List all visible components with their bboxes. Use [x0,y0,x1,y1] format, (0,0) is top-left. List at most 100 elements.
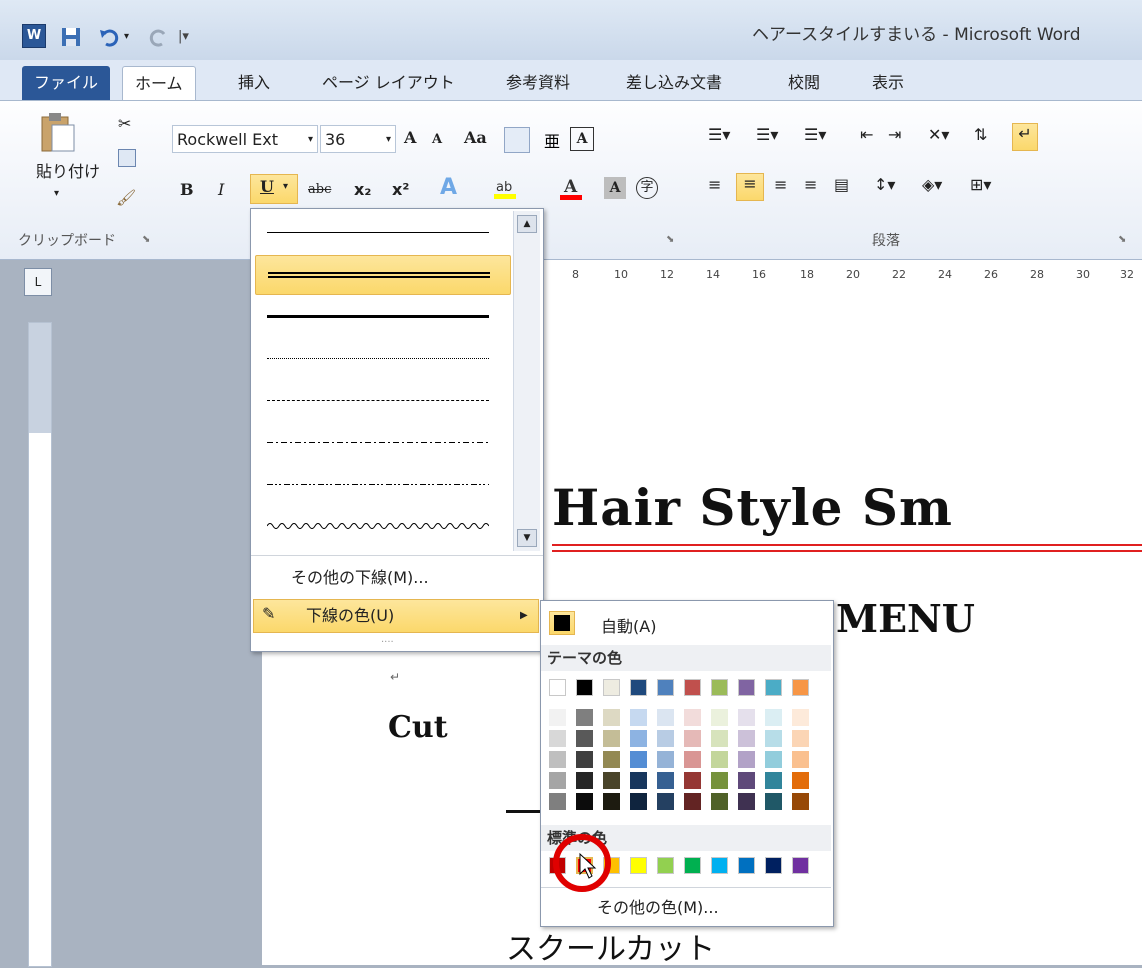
cut-icon[interactable]: ✂ [118,111,131,137]
more-colors-item[interactable]: その他の色(M)... [597,891,719,925]
theme-shade-swatch[interactable] [630,751,647,768]
theme-shade-swatch[interactable] [738,709,755,726]
theme-shade-swatch[interactable] [603,730,620,747]
standard-color-swatch[interactable] [630,857,647,874]
standard-color-swatch[interactable] [684,857,701,874]
theme-shade-swatch[interactable] [738,772,755,789]
character-border-icon[interactable]: A [570,127,594,151]
standard-color-swatch[interactable] [738,857,755,874]
format-painter-icon[interactable]: 🖌 [116,185,136,211]
theme-shade-swatch[interactable] [630,709,647,726]
text-effects-icon[interactable]: A [440,175,457,201]
theme-shade-swatch[interactable] [738,751,755,768]
theme-shade-swatch[interactable] [684,751,701,768]
theme-shade-swatch[interactable] [549,751,566,768]
underline-option-double[interactable] [255,255,511,295]
bold-button[interactable]: B [180,177,194,203]
clipboard-launcher-icon[interactable]: ⬊ [142,234,150,245]
underline-dropdown-icon[interactable]: ▾ [283,181,288,192]
scroll-up-icon[interactable]: ▲ [517,215,537,233]
theme-shade-swatch[interactable] [576,709,593,726]
decrease-indent-icon[interactable]: ⇤ [860,125,873,144]
tab-review[interactable]: 校閲 [776,66,832,100]
strikethrough-button[interactable]: abc [308,177,331,203]
save-icon[interactable] [60,26,82,48]
automatic-color-item[interactable]: 自動(A) [545,605,829,641]
font-launcher-icon[interactable]: ⬊ [666,234,674,245]
paste-icon[interactable] [40,111,76,153]
theme-shade-swatch[interactable] [630,730,647,747]
theme-color-swatch[interactable] [738,679,755,696]
theme-shade-swatch[interactable] [792,793,809,810]
underline-menu-scrollbar[interactable]: ▲ ▼ [513,211,540,551]
undo-icon[interactable] [98,26,120,48]
underline-option-thick[interactable] [255,297,511,337]
theme-shade-swatch[interactable] [792,709,809,726]
tab-insert[interactable]: 挿入 [226,66,282,100]
theme-shade-swatch[interactable] [657,772,674,789]
copy-icon[interactable] [118,149,136,167]
phonetic-guide-icon[interactable]: 亜 [538,127,562,151]
change-case-button[interactable]: Aa [464,125,487,151]
character-shading-icon[interactable]: A [604,177,626,199]
theme-color-swatch[interactable] [603,679,620,696]
more-underlines-item[interactable]: その他の下線(M)... [291,561,429,595]
theme-shade-swatch[interactable] [603,751,620,768]
standard-color-swatch[interactable] [657,857,674,874]
font-name-dropdown-icon[interactable]: ▾ [308,126,313,154]
theme-color-swatch[interactable] [684,679,701,696]
underline-option-single[interactable] [255,213,511,253]
underline-option-dash-dot-dot[interactable] [255,465,511,505]
theme-color-swatch[interactable] [549,679,566,696]
font-name-box[interactable]: Rockwell Ext ▾ [172,125,318,153]
theme-color-swatch[interactable] [792,679,809,696]
paste-dropdown-icon[interactable]: ▾ [54,181,59,207]
theme-shade-swatch[interactable] [765,751,782,768]
font-size-box[interactable]: 36 ▾ [320,125,396,153]
theme-shade-swatch[interactable] [765,772,782,789]
theme-shade-swatch[interactable] [549,793,566,810]
customize-quick-access-icon[interactable]: |▾ [178,26,200,48]
undo-dropdown-icon[interactable]: ▾ [124,26,146,48]
align-left-icon[interactable]: ≡ [708,175,721,194]
shrink-font-button[interactable]: A [432,127,442,153]
resize-grip-icon[interactable]: ···· [381,637,394,648]
theme-color-swatch[interactable] [630,679,647,696]
tab-home[interactable]: ホーム [122,66,196,101]
superscript-button[interactable]: x² [392,177,409,203]
shading-icon[interactable]: ◈▾ [922,175,942,194]
theme-shade-swatch[interactable] [738,793,755,810]
font-size-dropdown-icon[interactable]: ▾ [386,126,391,154]
tab-file[interactable]: ファイル [22,66,111,100]
theme-shade-swatch[interactable] [765,709,782,726]
theme-shade-swatch[interactable] [684,793,701,810]
theme-shade-swatch[interactable] [765,793,782,810]
asian-layout-icon[interactable]: ✕▾ [928,125,949,144]
theme-shade-swatch[interactable] [549,709,566,726]
theme-shade-swatch[interactable] [630,793,647,810]
theme-shade-swatch[interactable] [684,772,701,789]
increase-indent-icon[interactable]: ⇥ [888,125,901,144]
align-center-icon[interactable]: ≡ [736,173,764,201]
underline-option-dash-dot[interactable] [255,423,511,463]
standard-color-swatch[interactable] [765,857,782,874]
justify-icon[interactable]: ≡ [804,175,817,194]
theme-shade-swatch[interactable] [576,730,593,747]
theme-shade-swatch[interactable] [792,772,809,789]
theme-shade-swatch[interactable] [603,793,620,810]
theme-shade-swatch[interactable] [792,730,809,747]
theme-shade-swatch[interactable] [657,709,674,726]
underline-option-dotted[interactable] [255,339,511,379]
theme-shade-swatch[interactable] [576,751,593,768]
redo-icon[interactable] [148,26,170,48]
theme-shade-swatch[interactable] [711,772,728,789]
multilevel-list-icon[interactable]: ☰▾ [804,125,826,144]
theme-shade-swatch[interactable] [684,730,701,747]
sort-icon[interactable]: ⇅ [974,125,987,144]
standard-color-swatch[interactable] [792,857,809,874]
enclose-characters-icon[interactable]: 字 [636,177,658,199]
theme-shade-swatch[interactable] [549,730,566,747]
theme-shade-swatch[interactable] [792,751,809,768]
theme-shade-swatch[interactable] [684,709,701,726]
theme-shade-swatch[interactable] [711,793,728,810]
